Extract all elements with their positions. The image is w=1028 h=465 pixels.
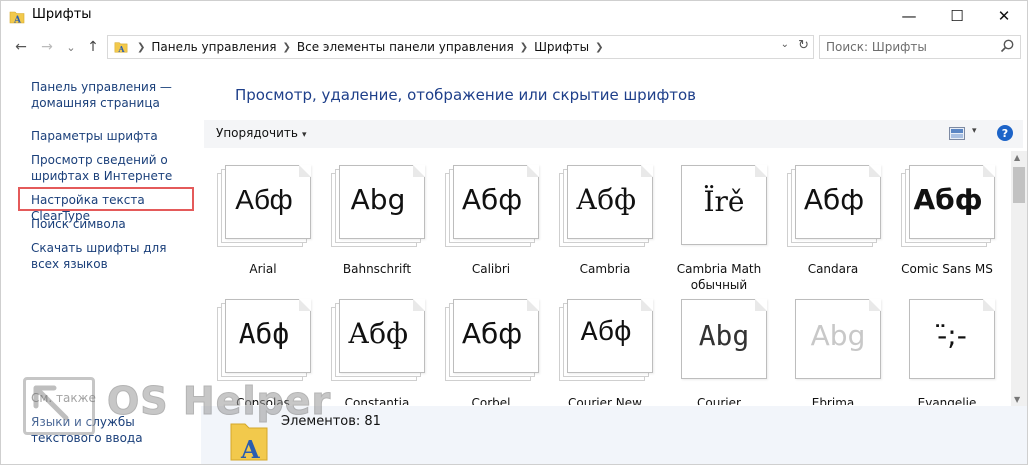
page-fold [413, 299, 425, 311]
font-sample: Абф [238, 317, 290, 350]
search-input[interactable] [820, 37, 996, 57]
organize-label: Упорядочить [216, 126, 298, 140]
window-title: Шрифты [32, 7, 92, 22]
caret-down-icon: ▾ [301, 130, 307, 140]
control-panel-home-link[interactable]: Панель управления — домашняя страница [31, 79, 196, 111]
font-name: Courier New [568, 396, 642, 405]
search-box[interactable] [819, 35, 1021, 59]
font-sample: Abg [698, 319, 750, 352]
back-arrow-icon: ← [15, 39, 27, 55]
font-sample: Абф [348, 317, 408, 350]
page-fold [755, 165, 767, 177]
fonts-folder-icon: A [9, 11, 25, 26]
page-fold [755, 299, 767, 311]
maximize-icon: ☐ [950, 7, 964, 25]
scrollbar-thumb[interactable] [1013, 167, 1025, 203]
page-fold [869, 299, 881, 311]
font-sample: Абф [803, 183, 865, 216]
organize-button[interactable]: Упорядочить ▾ [216, 126, 306, 140]
breadcrumb-fonts[interactable]: Шрифты [534, 40, 592, 54]
recent-locations-button[interactable]: ⌄ [61, 37, 81, 57]
find-character-link[interactable]: Поиск символа [31, 216, 196, 232]
breadcrumb-all-items[interactable]: Все элементы панели управления [297, 40, 517, 54]
breadcrumb-separator-icon[interactable]: ❯ [517, 42, 534, 53]
vertical-scrollbar[interactable]: ▲ ▼ [1011, 151, 1027, 406]
download-fonts-link[interactable]: Скачать шрифты для всех языков [31, 240, 196, 272]
scroll-up-icon[interactable]: ▲ [1014, 153, 1020, 162]
cursor-logo [23, 377, 95, 435]
up-arrow-icon: ↑ [87, 39, 99, 55]
font-sample: Абф [580, 318, 632, 349]
up-button[interactable]: ↑ [83, 37, 103, 57]
font-name: Comic Sans MS [901, 262, 993, 276]
font-sample: Абф [235, 184, 293, 215]
font-name: Corbel [471, 396, 511, 405]
maximize-button[interactable]: ☐ [934, 1, 980, 31]
forward-arrow-icon: → [41, 39, 53, 55]
font-name: Cambria [579, 262, 631, 276]
svg-text:A: A [117, 45, 125, 54]
font-grid: Абф Arial Abg Bahnschrift Абф Calibri Абф Cambr… [204, 151, 1010, 405]
page-fold [641, 299, 653, 311]
page-fold [983, 165, 995, 177]
breadcrumb-separator-icon[interactable]: ❯ [134, 42, 151, 53]
font-sample: -̈;- [937, 319, 967, 352]
page-fold [983, 299, 995, 311]
fonts-window: A Шрифты — ☐ ✕ ← → ⌄ ↑ A ❯ Панель управл… [0, 0, 1028, 465]
font-name: Courier [697, 396, 741, 405]
close-icon: ✕ [997, 7, 1011, 25]
refresh-icon[interactable]: ↻ [798, 38, 809, 53]
page-fold [299, 165, 311, 177]
font-name: Calibri [471, 262, 511, 276]
font-name: Candara [807, 262, 859, 276]
scroll-down-icon[interactable]: ▼ [1014, 395, 1020, 404]
close-button[interactable]: ✕ [981, 1, 1027, 31]
chevron-down-icon: ⌄ [66, 40, 76, 54]
watermark: OS Helper [23, 377, 353, 447]
page-fold [527, 299, 539, 311]
breadcrumb-separator-icon[interactable]: ❯ [279, 42, 296, 53]
help-button[interactable]: ? [997, 125, 1013, 141]
page-fold [413, 165, 425, 177]
page-fold [299, 299, 311, 311]
font-sample: Абф [461, 183, 523, 216]
address-dropdown-icon[interactable]: ⌄ [781, 39, 789, 50]
watermark-text: OS Helper [106, 379, 332, 424]
view-options-icon[interactable] [949, 127, 965, 140]
svg-text:A: A [13, 16, 22, 26]
font-settings-link[interactable]: Параметры шрифта [31, 128, 196, 144]
search-icon[interactable] [999, 38, 1015, 54]
font-sample: Ïrě [703, 185, 745, 218]
forward-button[interactable]: → [37, 37, 57, 57]
command-bar: Упорядочить ▾ ▾ ? [204, 120, 1023, 148]
font-name: Arial [249, 262, 277, 276]
page-fold [869, 165, 881, 177]
font-name: Evangelie [917, 396, 977, 405]
font-sample: Abg [810, 319, 866, 352]
minimize-button[interactable]: — [886, 1, 932, 31]
navigation-bar: ← → ⌄ ↑ A ❯ Панель управления ❯ Все элем… [1, 33, 1027, 61]
title-bar: A Шрифты — ☐ ✕ [1, 1, 1027, 31]
help-icon: ? [1001, 126, 1009, 140]
view-dropdown-icon[interactable]: ▾ [972, 126, 977, 136]
font-name: Cambria Math обычный [676, 262, 762, 292]
back-button[interactable]: ← [11, 37, 31, 57]
font-sample: Abg [350, 183, 406, 216]
page-fold [641, 165, 653, 177]
font-info-online-link[interactable]: Просмотр сведений о шрифтах в Интернете [31, 152, 196, 184]
font-sample: Абф [576, 183, 636, 216]
arrow-cursor-icon [33, 385, 69, 421]
page-fold [527, 165, 539, 177]
font-name: Bahnschrift [342, 262, 412, 276]
address-bar[interactable]: A ❯ Панель управления ❯ Все элементы пан… [107, 35, 814, 59]
breadcrumb-separator-icon[interactable]: ❯ [592, 42, 609, 53]
page-heading: Просмотр, удаление, отображение или скры… [235, 86, 697, 104]
font-sample: Абф [461, 317, 523, 350]
fonts-folder-icon: A [114, 42, 128, 54]
minimize-icon: — [901, 7, 917, 25]
font-name: Ebrima [811, 396, 855, 405]
font-sample: Абф [913, 183, 983, 216]
breadcrumb-control-panel[interactable]: Панель управления [151, 40, 279, 54]
